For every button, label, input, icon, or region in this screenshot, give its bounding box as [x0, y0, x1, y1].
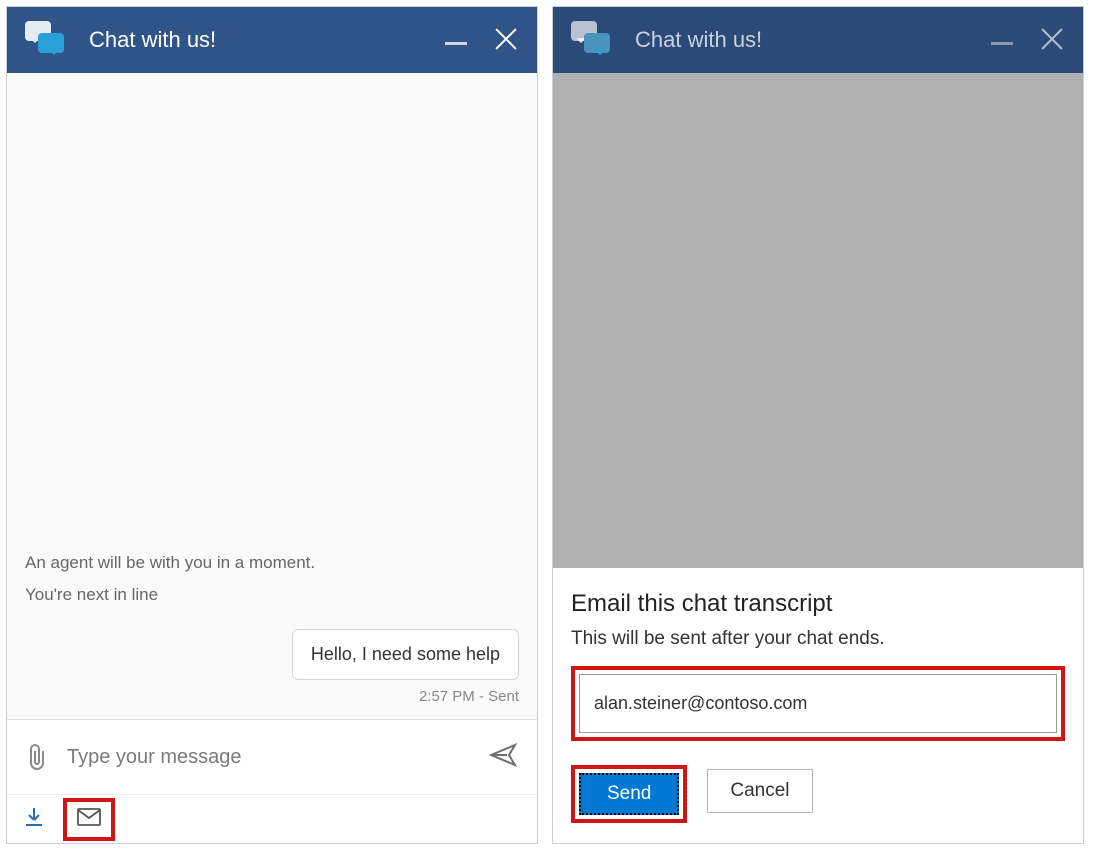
- email-input-highlight: [571, 666, 1065, 741]
- send-icon[interactable]: [489, 742, 519, 773]
- email-transcript-highlight: [63, 798, 115, 841]
- dialog-subtitle: This will be sent after your chat ends.: [571, 628, 1065, 650]
- system-message: You're next in line: [25, 585, 519, 605]
- chat-footer: [7, 794, 537, 843]
- send-button-highlight: Send: [571, 765, 687, 823]
- chat-logo-icon: [571, 21, 617, 59]
- chat-title: Chat with us!: [635, 27, 991, 53]
- chat-logo-icon: [25, 21, 71, 59]
- email-input[interactable]: [579, 674, 1057, 733]
- close-button[interactable]: [493, 27, 519, 53]
- email-transcript-icon[interactable]: [77, 808, 101, 831]
- chat-window-right: Chat with us! An agent will be with you …: [552, 6, 1084, 844]
- minimize-button[interactable]: [991, 42, 1013, 45]
- system-message: An agent will be with you in a moment.: [25, 553, 519, 573]
- message-meta: 2:57 PM - Sent: [25, 688, 519, 705]
- close-button[interactable]: [1039, 27, 1065, 53]
- attach-icon[interactable]: [25, 742, 49, 772]
- user-message-bubble: Hello, I need some help: [292, 629, 519, 680]
- chat-body: An agent will be with you in a moment. Y…: [7, 73, 537, 719]
- download-icon[interactable]: [25, 807, 43, 832]
- minimize-button[interactable]: [445, 42, 467, 45]
- chat-window-left: Chat with us! An agent will be with you …: [6, 6, 538, 844]
- composer: Type your message: [7, 719, 537, 794]
- chat-header: Chat with us!: [553, 7, 1083, 73]
- send-button[interactable]: Send: [579, 773, 679, 815]
- chat-header: Chat with us!: [7, 7, 537, 73]
- email-transcript-dialog: Email this chat transcript This will be …: [553, 568, 1083, 843]
- chat-title: Chat with us!: [89, 27, 445, 53]
- message-input[interactable]: Type your message: [67, 746, 489, 769]
- dialog-title: Email this chat transcript: [571, 590, 1065, 618]
- cancel-button[interactable]: Cancel: [707, 769, 812, 813]
